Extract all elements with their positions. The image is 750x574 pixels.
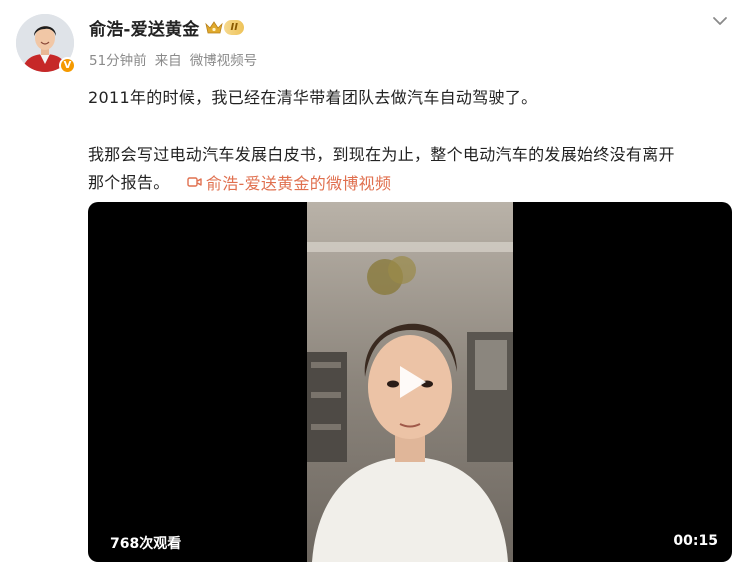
video-duration: 00:15 <box>673 533 718 549</box>
view-count: 768次观看 <box>110 536 182 552</box>
vip-badge[interactable]: II <box>205 19 244 35</box>
post-text-end: 那个报告。 <box>88 173 170 192</box>
video-link[interactable]: 俞浩-爱送黄金的微博视频 <box>187 170 391 194</box>
user-row: 俞浩-爱送黄金 II <box>89 15 244 40</box>
post-text-line: 2011年的时候，我已经在清华带着团队去做汽车自动驾驶了。 <box>88 88 538 107</box>
post-meta: 51分钟前 来自 微博视频号 <box>89 49 257 69</box>
play-icon[interactable] <box>390 362 430 402</box>
video-camera-icon <box>187 177 202 187</box>
video-link-label: 俞浩-爱送黄金的微博视频 <box>205 174 392 193</box>
crown-icon <box>205 20 224 33</box>
verified-badge: V <box>59 57 76 74</box>
chevron-down-icon[interactable] <box>712 15 728 27</box>
vip-level: II <box>224 19 244 35</box>
post-text-line: 那个报告。 俞浩-爱送黄金的微博视频 <box>88 169 391 194</box>
video-player[interactable]: 768次观看 00:15 <box>88 202 732 562</box>
user-name[interactable]: 俞浩-爱送黄金 <box>89 15 199 40</box>
post-time[interactable]: 51分钟前 <box>89 49 147 69</box>
post-text-line: 我那会写过电动汽车发展白皮书，到现在为止，整个电动汽车的发展始终没有离开 <box>88 145 675 164</box>
source-prefix: 来自 <box>154 53 182 69</box>
post-source[interactable]: 微博视频号 <box>190 49 258 69</box>
